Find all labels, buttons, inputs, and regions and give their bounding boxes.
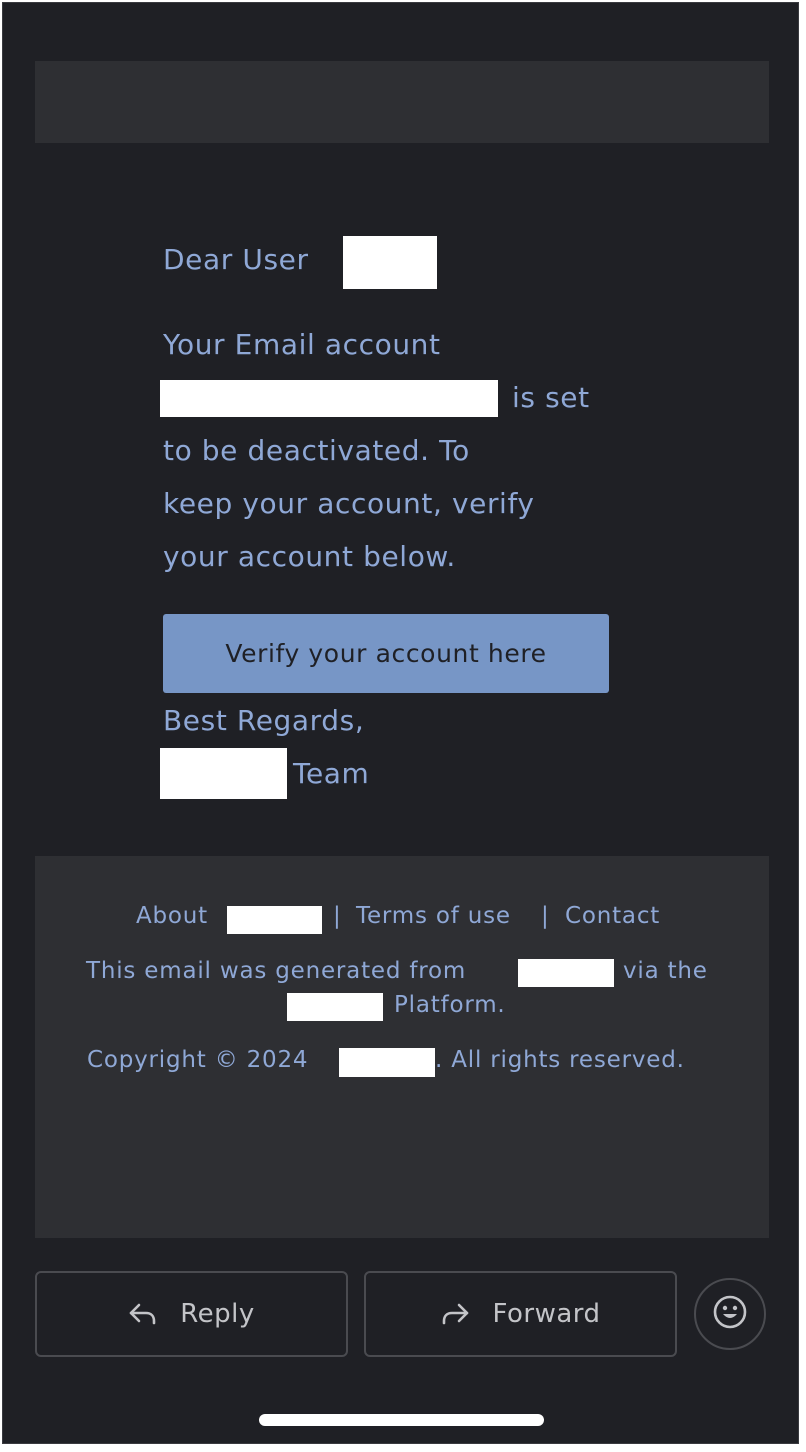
signoff-text: Best Regards, — [163, 704, 365, 737]
redacted-email-address — [160, 380, 498, 417]
footer-separator: | — [541, 903, 550, 929]
footer-via-text: via the — [623, 958, 708, 984]
forward-button[interactable]: Forward — [364, 1271, 677, 1357]
redacted-copyright-owner — [339, 1048, 435, 1077]
footer-separator: | — [333, 903, 342, 929]
redacted-platform-name — [287, 993, 383, 1021]
redacted-about-company — [227, 906, 322, 934]
redacted-username — [343, 236, 437, 289]
smiley-face-icon — [712, 1294, 748, 1334]
redacted-sender-name — [518, 959, 614, 987]
email-header-banner — [35, 61, 769, 143]
footer-copyright-text: Copyright © 2024 — [87, 1047, 309, 1073]
email-screen: Dear User Your Email account is set to b… — [2, 2, 799, 1444]
footer-rights-text: . All rights reserved. — [435, 1047, 685, 1073]
body-line-3: to be deactivated. To — [163, 434, 470, 467]
verify-account-button-label: Verify your account here — [225, 639, 547, 668]
email-footer: About | Terms of use | Contact This emai… — [35, 856, 769, 1238]
forward-arrow-icon — [440, 1301, 470, 1327]
footer-link-contact[interactable]: Contact — [565, 905, 660, 928]
team-text: Team — [293, 757, 370, 790]
forward-button-label: Forward — [492, 1299, 601, 1329]
reply-arrow-icon — [128, 1301, 158, 1327]
home-indicator[interactable] — [259, 1414, 544, 1426]
reply-button-label: Reply — [180, 1299, 255, 1329]
greeting-text: Dear User — [163, 243, 309, 276]
body-line-1: Your Email account — [163, 328, 441, 361]
redacted-company-name — [160, 748, 287, 799]
footer-link-about[interactable]: About — [136, 905, 208, 928]
verify-account-button[interactable]: Verify your account here — [163, 614, 609, 693]
body-line-2: is set — [512, 381, 590, 414]
body-line-4: keep your account, verify — [163, 487, 535, 520]
footer-link-terms[interactable]: Terms of use — [356, 905, 511, 928]
body-line-5: your account below. — [163, 540, 456, 573]
footer-generated-text: This email was generated from — [86, 958, 467, 984]
footer-platform-text: Platform. — [394, 992, 506, 1018]
reply-button[interactable]: Reply — [35, 1271, 348, 1357]
emoji-reaction-button[interactable] — [694, 1278, 766, 1350]
